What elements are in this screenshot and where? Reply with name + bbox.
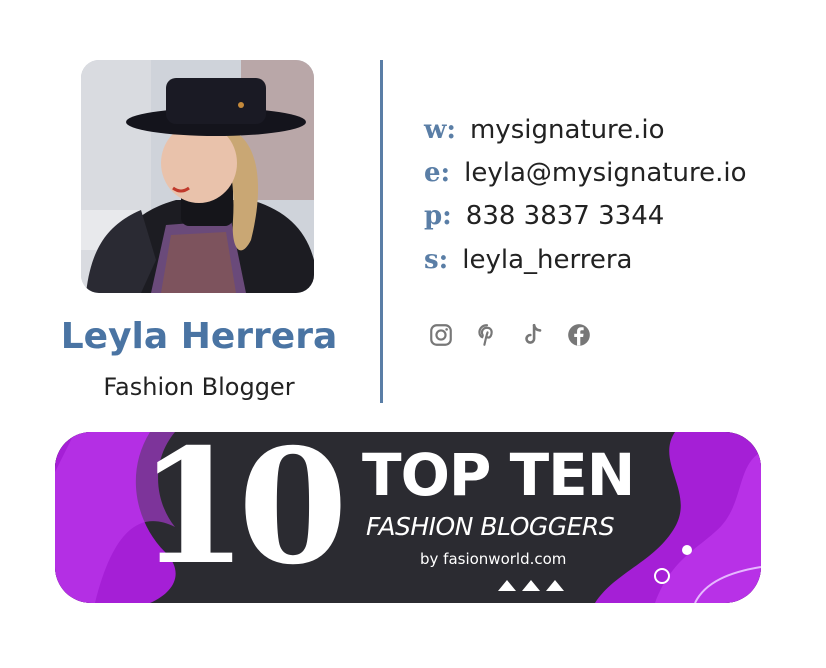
contact-phone-key: p:: [424, 201, 452, 231]
profile-name: Leyla Herrera: [60, 316, 338, 357]
contact-skype[interactable]: s: leyla_herrera: [424, 244, 632, 276]
tiktok-icon[interactable]: [520, 322, 546, 348]
contact-website-value[interactable]: mysignature.io: [470, 115, 665, 145]
contact-email-key: e:: [424, 158, 451, 188]
facebook-icon[interactable]: [566, 322, 592, 348]
banner-triangles-icon: [498, 580, 564, 591]
contact-website-key: w:: [424, 115, 456, 145]
banner-subtitle: FASHION BLOGGERS: [366, 512, 615, 541]
contact-skype-key: s:: [424, 245, 449, 275]
instagram-icon[interactable]: [428, 322, 454, 348]
contact-phone-value[interactable]: 838 3837 3344: [466, 201, 665, 231]
social-links: [428, 322, 592, 348]
profile-photo: [81, 60, 314, 293]
contact-email-value[interactable]: leyla@mysignature.io: [464, 158, 746, 188]
banner-title: TOP TEN: [362, 441, 635, 509]
banner-number: 10: [138, 415, 348, 600]
contact-skype-value[interactable]: leyla_herrera: [462, 245, 632, 275]
banner-byline: by fasionworld.com: [420, 550, 567, 568]
profile-role: Fashion Blogger: [103, 373, 295, 401]
contact-email[interactable]: e: leyla@mysignature.io: [424, 157, 746, 189]
contact-website[interactable]: w: mysignature.io: [424, 114, 665, 146]
contact-phone[interactable]: p: 838 3837 3344: [424, 200, 664, 232]
vertical-divider: [380, 60, 383, 403]
pinterest-icon[interactable]: [474, 322, 500, 348]
